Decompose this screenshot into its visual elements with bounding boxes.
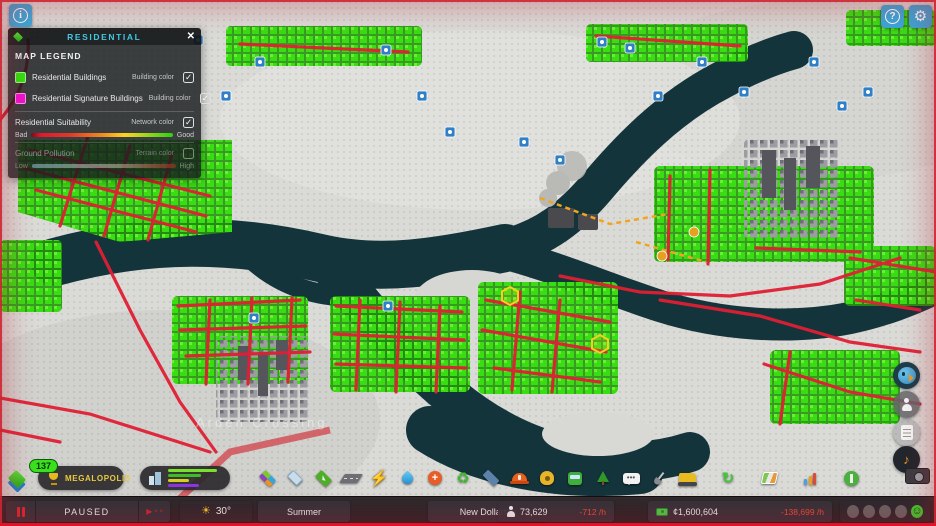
happiness-face-icon[interactable] <box>895 505 907 518</box>
demand-bar-industrial <box>168 479 190 482</box>
citizen-info-button[interactable] <box>893 391 920 418</box>
areas-icon[interactable] <box>284 467 306 489</box>
suitability-gradient-bar <box>31 133 173 137</box>
money-value: ¢1,600,604 <box>673 506 719 517</box>
suitability-checkbox[interactable]: ✓ <box>183 117 194 128</box>
legend-row-suitability: Residential Suitability Network color ✓ <box>15 117 194 128</box>
chirper-bird-icon <box>897 367 916 384</box>
police-icon[interactable] <box>536 467 558 489</box>
pollution-gradient-bar <box>31 164 176 168</box>
milestone-name: MEGALOPOLIS <box>65 473 131 483</box>
journal-button[interactable] <box>893 419 920 446</box>
close-icon[interactable]: ✕ <box>187 31 195 42</box>
signature-swatch <box>15 93 26 104</box>
milestone-level-badge[interactable]: 137 <box>29 459 59 473</box>
info-views-icon[interactable] <box>758 467 780 489</box>
document-icon <box>900 425 913 440</box>
money-display[interactable]: ¢1,600,604 -138,699 /h <box>648 501 832 522</box>
population-value: 73,629 <box>520 506 548 517</box>
demand-bar-commercial <box>168 474 201 477</box>
settings-button[interactable]: ⚙ <box>909 5 932 28</box>
chirper-button[interactable] <box>893 362 920 389</box>
trophy-icon <box>47 472 60 485</box>
parks-recreation-icon[interactable] <box>592 467 614 489</box>
population-rate: -712 /h <box>579 506 606 517</box>
sun-icon: ☀ <box>201 505 211 517</box>
season-display[interactable]: Summer <box>258 501 350 522</box>
happiness-face-icon[interactable] <box>879 505 891 518</box>
info-icon: i <box>13 8 28 23</box>
demand-bars <box>168 469 221 487</box>
milestone-diamond-icon[interactable] <box>7 469 31 493</box>
water-icon[interactable] <box>396 467 418 489</box>
demand-bar-residential <box>168 469 217 472</box>
pollution-checkbox[interactable] <box>183 148 194 159</box>
status-bar: PAUSED ▶ • • ☀ 30° Summer New Dollarton 73… <box>0 496 936 526</box>
legend-row-pollution: Ground Pollution Terrain color <box>15 146 194 161</box>
person-icon <box>900 398 913 411</box>
pause-button[interactable] <box>6 501 36 522</box>
garbage-icon[interactable]: ♻ <box>452 467 474 489</box>
happiness-smiley-icon[interactable]: ☺ <box>911 505 923 518</box>
legend-row-signature-buildings: Residential Signature Buildings Building… <box>15 88 211 109</box>
communications-icon[interactable]: ••• <box>620 467 642 489</box>
happiness-display: ☺ <box>840 501 930 522</box>
demand-bar-office <box>168 484 199 487</box>
residential-checkbox[interactable]: ✓ <box>183 72 194 83</box>
bulldozer-icon[interactable] <box>676 467 698 489</box>
music-note-icon: ♪ <box>903 452 910 467</box>
legend-row-residential-buildings: Residential Buildings Building color ✓ <box>15 67 194 88</box>
gear-icon: ⚙ <box>913 8 928 25</box>
city-demand-icon <box>149 471 162 485</box>
speed-buttons[interactable]: ▶ • • <box>138 501 170 522</box>
pollution-gradient: Low High <box>15 162 194 170</box>
signature-checkbox[interactable]: ✓ <box>199 93 211 104</box>
game-screen: Arden Crossing i ? ⚙ RESIDENTIAL ✕ MAP L… <box>0 0 936 526</box>
population-icon <box>506 506 515 517</box>
transportation-icon[interactable] <box>564 467 586 489</box>
legend-section-title: MAP LEGEND <box>15 51 82 61</box>
electricity-icon[interactable]: ⚡ <box>368 467 390 489</box>
simulation-speed-control: PAUSED ▶ • • <box>6 501 170 522</box>
zones-icon[interactable] <box>256 467 278 489</box>
help-icon: ? <box>885 9 900 24</box>
progression-icon[interactable] <box>840 467 862 489</box>
happiness-face-icon[interactable] <box>847 505 859 518</box>
demand-pill[interactable] <box>140 466 230 490</box>
terrain-icon[interactable]: ▲ <box>312 467 334 489</box>
temperature-display: ☀ 30° <box>180 501 252 522</box>
landscaping-icon[interactable] <box>648 467 670 489</box>
education-icon[interactable] <box>480 467 502 489</box>
temperature-value: 30° <box>215 506 231 517</box>
happiness-face-icon[interactable] <box>863 505 875 518</box>
legend-title: RESIDENTIAL <box>67 31 142 42</box>
healthcare-icon[interactable]: + <box>424 467 446 489</box>
fire-rescue-icon[interactable] <box>508 467 530 489</box>
population-display[interactable]: 73,629 -712 /h <box>498 501 614 522</box>
top-right-buttons: ? ⚙ <box>881 5 932 28</box>
info-button[interactable]: i <box>9 4 32 27</box>
residential-diamond-icon <box>12 31 24 42</box>
main-toolbar: ▲ ⚡ + ♻ ••• ↻ <box>256 464 862 492</box>
money-icon <box>656 507 668 516</box>
residential-swatch <box>15 72 26 83</box>
legend-header[interactable]: RESIDENTIAL ✕ <box>8 28 201 45</box>
photo-mode-button[interactable] <box>905 468 930 484</box>
economy-icon[interactable]: ↻ <box>717 467 739 489</box>
roads-icon[interactable] <box>339 467 363 489</box>
map-legend-panel: RESIDENTIAL ✕ MAP LEGEND Residential Bui… <box>8 28 211 178</box>
suitability-gradient: Bad Good <box>15 131 194 139</box>
statistics-icon[interactable] <box>799 467 821 489</box>
district-label: Arden Crossing <box>196 415 328 430</box>
help-button[interactable]: ? <box>881 5 904 28</box>
money-rate: -138,699 /h <box>780 506 824 517</box>
paused-label: PAUSED <box>64 506 110 517</box>
